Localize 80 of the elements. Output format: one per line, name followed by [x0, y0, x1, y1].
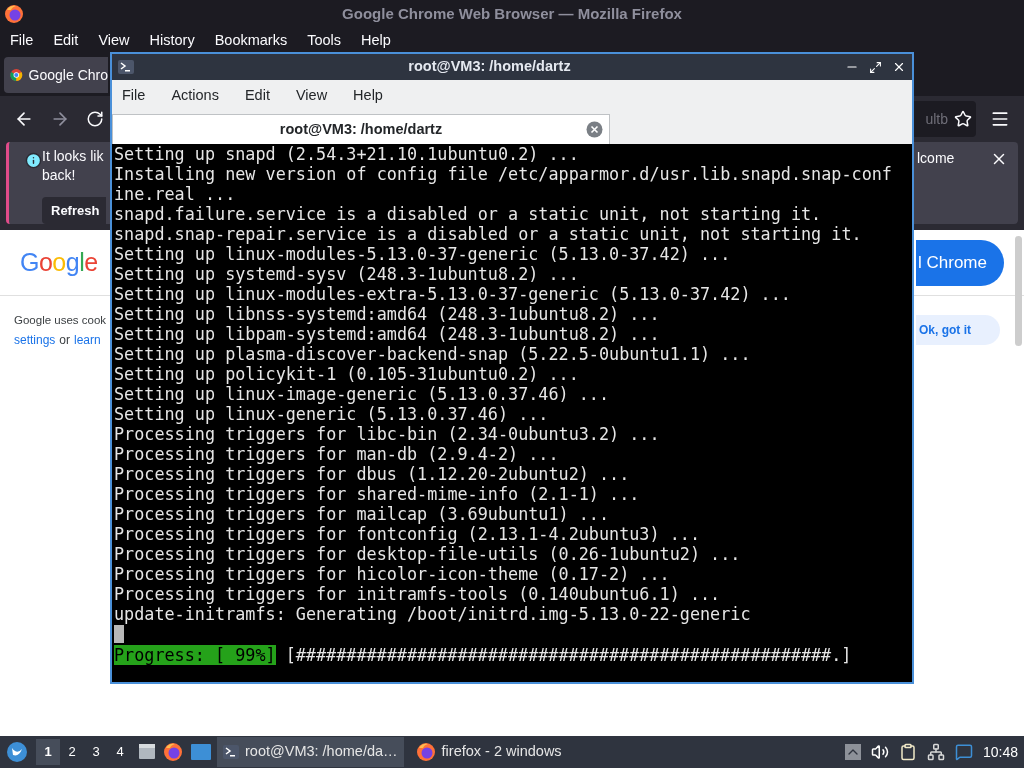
terminal-line: snapd.failure.service is a disabled or a static unit, not starting it. — [114, 204, 822, 224]
window-title: Google Chrome Web Browser — Mozilla Firefox — [342, 3, 682, 24]
terminal-line: Setting up linux-modules-extra-5.13.0-37-generic (5.13.0-37.42) ... — [114, 284, 791, 304]
window-title: root@VM3: /home/dartz — [408, 57, 571, 77]
terminal-line: Processing triggers for hicolor-icon-theme (0.17-2) ... — [114, 564, 670, 584]
terminal-line: Setting up systemd-sysv (248.3-1ubuntu8.2) ... — [114, 264, 579, 284]
menu-item[interactable]: Help — [353, 85, 383, 107]
terminal-line: Processing triggers for fontconfig (2.13.1-4.2ubuntu3) ... — [114, 524, 700, 544]
reload-icon[interactable] — [86, 110, 104, 128]
menu-item[interactable]: Bookmarks — [214, 30, 288, 52]
terminal-line: Installing new version of config file /etc/apparmor.d/usr.lib.snapd.snap-conf — [114, 164, 892, 184]
terminal-icon — [118, 60, 134, 74]
download-button[interactable]: l Chrome — [916, 239, 1004, 286]
cookie-text: or — [59, 332, 71, 349]
refresh-button[interactable]: Refresh — [42, 197, 106, 224]
cookie-link[interactable]: settings — [14, 330, 56, 350]
terminal-line: Processing triggers for desktop-file-utils (0.26-1ubuntu2) ... — [114, 544, 741, 564]
menu-item[interactable]: Edit — [53, 30, 79, 52]
ok-button[interactable]: Ok, got it — [916, 315, 1000, 345]
workspace-button[interactable]: 2 — [60, 739, 84, 765]
notification-icon[interactable] — [954, 743, 973, 761]
cookie-link[interactable]: learn — [74, 330, 101, 350]
menu-item[interactable]: History — [149, 30, 195, 52]
terminal-line: update-initramfs: Generating /boot/initrd.img-5.13.0-22-generic — [114, 604, 751, 624]
notification-text: It looks lik — [42, 147, 104, 166]
file-manager-icon[interactable] — [138, 743, 156, 761]
terminal-line: Setting up linux-generic (5.13.0.37.46) ... — [114, 404, 549, 424]
menu-item[interactable]: Actions — [171, 85, 219, 107]
progress-bar-text: [#####################################################.] — [285, 645, 852, 665]
terminal-line: ine.real ... — [114, 184, 236, 204]
terminal-line: snapd.snap-repair.service is a disabled or a static unit, not starting it. — [114, 224, 862, 244]
terminal-line: Setting up snapd (2.54.3+21.10.1ubuntu0.2) ... — [114, 144, 579, 164]
close-icon[interactable] — [892, 60, 906, 74]
scrollbar[interactable] — [1015, 236, 1022, 346]
firefox-icon — [4, 4, 24, 24]
notification-text: lcome — [917, 149, 955, 168]
start-menu-icon[interactable] — [6, 741, 28, 763]
menu-item[interactable]: File — [10, 30, 34, 52]
network-icon[interactable] — [926, 743, 945, 761]
firefox-icon — [415, 742, 436, 762]
progress-label: Progress: [ 99%] — [114, 645, 276, 665]
logo: Google — [20, 246, 98, 278]
clock: 10:48 — [982, 742, 1018, 762]
taskbar-task[interactable]: root@VM3: /home/da… — [217, 737, 404, 767]
terminal-line: Processing triggers for initramfs-tools (0.140ubuntu6.1) ... — [114, 584, 721, 604]
terminal-line: Setting up linux-image-generic (5.13.0.37.46) ... — [114, 384, 610, 404]
tray-expand-icon[interactable] — [844, 744, 861, 760]
terminal-line: Processing triggers for libc-bin (2.34-0ubuntu3.2) ... — [114, 424, 660, 444]
terminal-line: Processing triggers for mailcap (3.69ubuntu1) ... — [114, 504, 610, 524]
terminal-line: Setting up plasma-discover-backend-snap (5.22.5-0ubuntu1.1) ... — [114, 344, 751, 364]
workspace-button[interactable]: 3 — [84, 739, 108, 765]
volume-icon[interactable] — [870, 743, 889, 761]
terminal-line: Setting up policykit-1 (0.105-31ubuntu0.2) ... — [114, 364, 579, 384]
taskbar-task[interactable]: firefox - 2 windows — [409, 737, 568, 767]
terminal-tab[interactable]: root@VM3: /home/dartz — [112, 114, 610, 144]
notification-text: back! — [42, 166, 76, 185]
clipboard-icon[interactable] — [898, 743, 917, 761]
menu-item[interactable]: View — [295, 85, 328, 107]
terminal-line: Processing triggers for man-db (2.9.4-2) ... — [114, 444, 559, 464]
terminal-line: Processing triggers for dbus (1.12.20-2ubuntu2) ... — [114, 464, 630, 484]
terminal-line: Setting up libnss-systemd:amd64 (248.3-1ubuntu8.2) ... — [114, 304, 660, 324]
menu-item[interactable]: Edit — [244, 85, 270, 107]
menu-icon[interactable] — [990, 109, 1010, 129]
terminal-line: Setting up linux-modules-5.13.0-37-generic (5.13.0-37.42) ... — [114, 244, 731, 264]
menu-item[interactable]: File — [122, 85, 146, 107]
terminal-line: Setting up libpam-systemd:amd64 (248.3-1ubuntu8.2) ... — [114, 324, 660, 344]
workspace-button[interactable]: 4 — [108, 739, 132, 765]
bookmark-star-icon[interactable] — [954, 110, 972, 128]
terminal-line: Processing triggers for shared-mime-info (2.1-1) ... — [114, 484, 640, 504]
workspace-button[interactable]: 1 — [36, 739, 60, 765]
browser-tab[interactable]: Google Chro — [4, 57, 108, 93]
menu-item[interactable]: Tools — [307, 30, 342, 52]
chrome-icon — [10, 67, 23, 83]
maximize-icon[interactable] — [869, 60, 882, 74]
menu-item[interactable]: Help — [361, 30, 391, 52]
menu-item[interactable]: View — [98, 30, 130, 52]
cookie-text: Google uses cook — [14, 313, 107, 328]
firefox-icon — [163, 742, 183, 762]
info-icon — [25, 152, 42, 169]
terminal-icon — [223, 745, 239, 759]
